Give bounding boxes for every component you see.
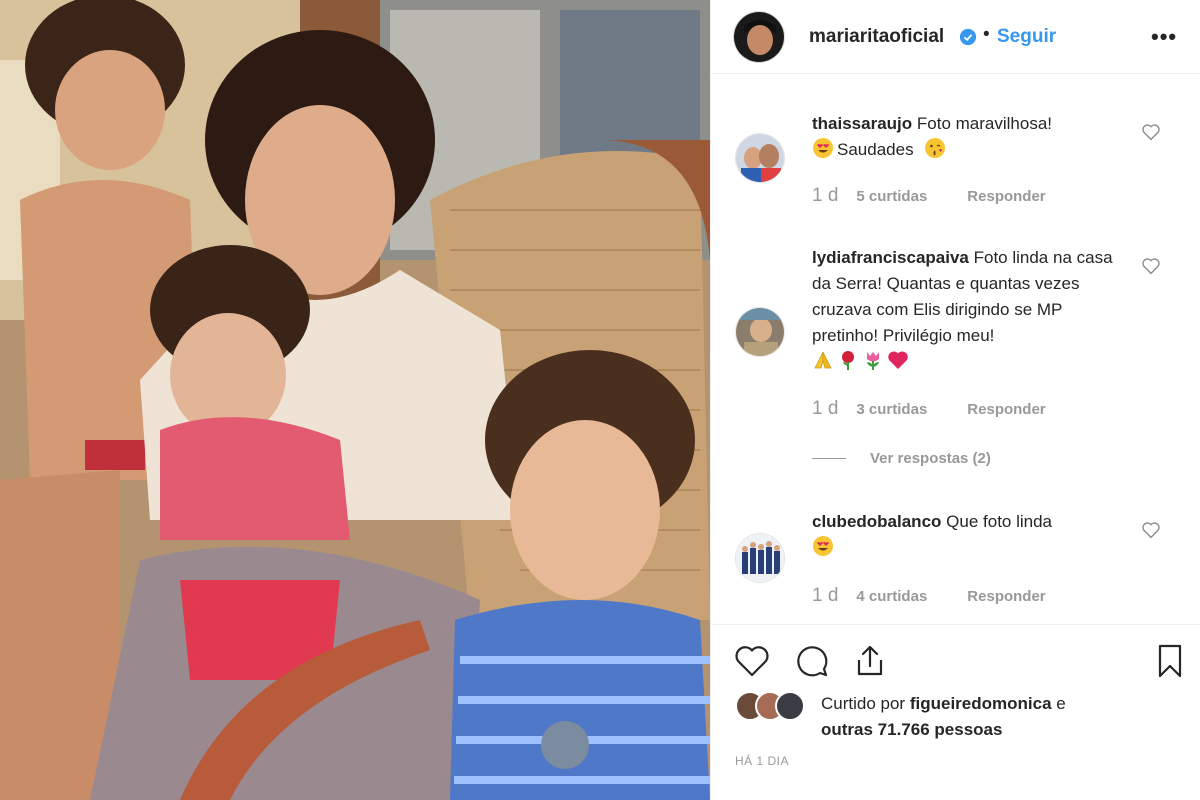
share-upload-icon[interactable] <box>851 642 889 680</box>
likes-others[interactable]: outras 71.766 pessoas <box>821 720 1002 739</box>
comment-item: clubedobalanco Que foto linda 1 d 4 curt… <box>711 505 1200 623</box>
comment-meta: 1 d 4 curtidas Responder <box>812 585 1046 607</box>
heart-eyes-emoji-icon <box>813 138 833 158</box>
author-avatar[interactable] <box>733 11 785 63</box>
header-separator-dot: • <box>983 24 990 45</box>
comment-reply-button[interactable]: Responder <box>967 188 1045 205</box>
comment-username[interactable]: thaissaraujo <box>812 114 912 133</box>
comment-reply-button[interactable]: Responder <box>967 401 1045 418</box>
commenter-avatar[interactable] <box>735 307 785 357</box>
commenter-avatar[interactable] <box>735 133 785 183</box>
view-replies-line <box>812 458 846 459</box>
comment-likes[interactable]: 3 curtidas <box>856 401 927 418</box>
comment-username[interactable]: clubedobalanco <box>812 512 941 531</box>
comment-time[interactable]: 1 d <box>812 398 838 420</box>
comment-username[interactable]: lydiafranciscapaiva <box>812 248 969 267</box>
comment-body-line2: Saudades <box>837 140 914 159</box>
likes-user[interactable]: figueiredomonica <box>910 694 1052 713</box>
comment-like-heart-icon[interactable] <box>1141 123 1161 141</box>
folded-hands-emoji-icon <box>814 351 832 369</box>
view-replies-button[interactable]: Ver respostas (2) <box>812 450 991 467</box>
verified-badge-icon <box>959 28 977 46</box>
comment-likes[interactable]: 5 curtidas <box>856 188 927 205</box>
like-heart-icon[interactable] <box>733 642 771 680</box>
heart-eyes-emoji-icon <box>813 536 833 556</box>
author-username[interactable]: mariaritaoficial <box>809 26 944 48</box>
post-actions: Curtido por figueiredomonica e outras 71… <box>711 624 1200 800</box>
liked-avatar <box>775 691 805 721</box>
kissing-face-emoji-icon <box>925 138 946 158</box>
comment-text: lydiafranciscapaiva Foto linda na casa d… <box>812 245 1122 375</box>
liked-by-avatars[interactable] <box>735 691 815 721</box>
comment-text: thaissaraujo Foto maravilhosa! Saudades <box>812 111 1122 163</box>
commenter-avatar[interactable] <box>735 533 785 583</box>
heart-emoji-icon <box>888 351 908 369</box>
comment-text: clubedobalanco Que foto linda <box>812 509 1122 561</box>
comment-item: lydiafranciscapaiva Foto linda na casa d… <box>711 235 1200 485</box>
post-photo <box>0 0 710 800</box>
comment-like-heart-icon[interactable] <box>1141 521 1161 539</box>
likes-middle: e <box>1056 694 1066 713</box>
view-replies-label: Ver respostas (2) <box>870 450 991 467</box>
likes-text: Curtido por figueiredomonica e outras 71… <box>821 691 1131 743</box>
comment-body: Foto maravilhosa! <box>916 114 1053 133</box>
comment-body: Que foto linda <box>946 512 1053 531</box>
post-header: mariaritaoficial • Seguir ••• <box>711 0 1200 74</box>
comment-meta: 1 d 3 curtidas Responder <box>812 398 1046 420</box>
comment-meta: 1 d 5 curtidas Responder <box>812 185 1046 207</box>
comment-time[interactable]: 1 d <box>812 185 838 207</box>
comment-reply-button[interactable]: Responder <box>967 588 1045 605</box>
more-options-icon[interactable]: ••• <box>1151 24 1177 50</box>
comment-likes[interactable]: 4 curtidas <box>856 588 927 605</box>
tulip-emoji-icon <box>867 352 879 370</box>
post-side-panel: mariaritaoficial • Seguir ••• thaissarau… <box>710 0 1200 800</box>
bookmark-save-icon[interactable] <box>1151 642 1189 680</box>
likes-prefix: Curtido por <box>821 694 906 713</box>
likes-summary: Curtido por figueiredomonica e outras 71… <box>735 691 1185 745</box>
comment-bubble-icon[interactable] <box>793 642 831 680</box>
post-photo-illustration <box>0 0 710 800</box>
follow-button[interactable]: Seguir <box>997 26 1056 48</box>
comment-time[interactable]: 1 d <box>812 585 838 607</box>
rose-emoji-icon <box>842 351 854 370</box>
comments-list: thaissaraujo Foto maravilhosa! Saudades <box>711 75 1200 623</box>
comment-item: thaissaraujo Foto maravilhosa! Saudades <box>711 75 1200 225</box>
comment-like-heart-icon[interactable] <box>1141 257 1161 275</box>
post-timestamp[interactable]: HÁ 1 DIA <box>735 754 789 768</box>
